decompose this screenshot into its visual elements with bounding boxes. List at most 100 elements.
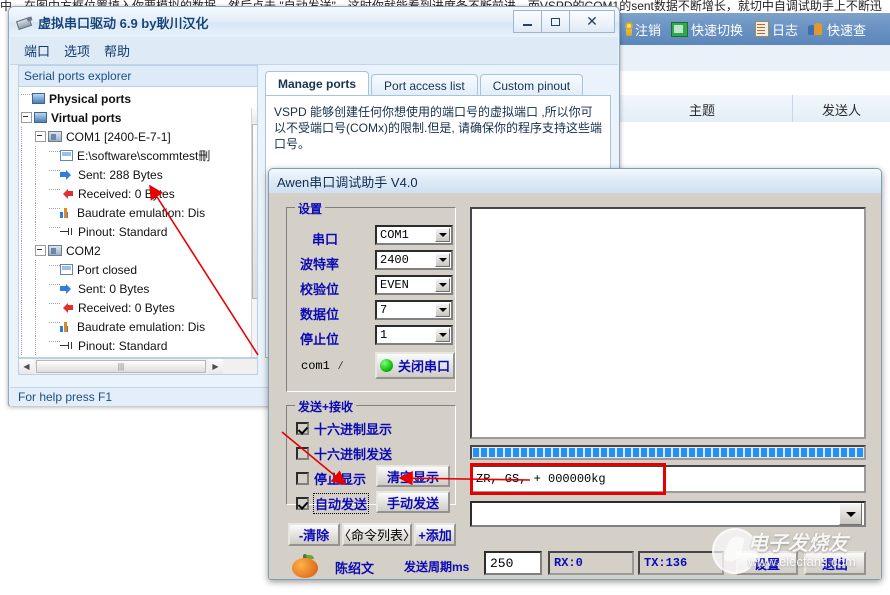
tree-expander-icon[interactable] [35,131,46,142]
tree-item[interactable]: Pinout: Standard [21,222,257,241]
checkbox-hex-send[interactable]: 十六进制发送 [296,444,392,463]
stopbits-select[interactable]: 1 [375,325,453,345]
checkbox-hex-display[interactable]: 十六进制显示 [296,419,392,438]
tree-guide [49,340,60,351]
tree-guide [21,260,35,279]
settings-button[interactable]: 设置 [736,551,798,575]
tree-vertical-scrollbar[interactable]: ▲ ≡ [251,108,257,357]
tab-custom-pinout[interactable]: Custom pinout [479,74,584,96]
baudrate-select[interactable]: 2400 [375,250,453,270]
close-port-button[interactable]: 关闭串口 [375,352,455,379]
menu-item-options[interactable]: 选项 [64,41,90,60]
receive-textarea[interactable] [470,207,866,439]
tree-scroll-thumb[interactable]: ≡ [252,124,257,299]
scroll-right-arrow[interactable]: ▶ [208,359,223,374]
tree-item[interactable]: Sent: 288 Bytes [21,165,257,184]
chevron-down-icon[interactable] [839,503,862,525]
tree-item[interactable]: Physical ports [21,89,257,108]
tree-guide [35,203,49,222]
add-command-button[interactable]: +添加 [414,523,456,546]
close-icon: ✕ [586,13,598,30]
tree-guide [21,279,35,298]
awen-body: 设置 串口 COM1 波特率 2400 校验位 EVEN 数据位 7 停止位 1… [270,193,881,579]
scroll-up-arrow[interactable]: ▲ [252,108,257,123]
tree-item[interactable]: Baudrate emulation: Dis [21,203,257,222]
tree-item[interactable]: Baudrate emulation: Dis [21,317,257,336]
menu-item-ports[interactable]: 端口 [24,41,50,60]
author-label: 陈绍文 [335,561,375,576]
baudrate-label: 波特率 [300,257,340,272]
tree-item[interactable]: Sent: 0 Bytes [21,279,257,298]
chevron-down-icon[interactable] [435,253,450,267]
tree-item[interactable]: E:\software\scommtest刪 [21,146,257,165]
navbar-item-log[interactable]: 日志 [753,20,798,39]
tree-item-label: Pinout: Standard [78,338,168,353]
serial-port-select[interactable]: COM1 [375,225,453,245]
tree-hscroll-thumb[interactable]: ||| [36,360,206,373]
send-period-input[interactable]: 250 [484,551,542,575]
maximize-icon [551,17,560,26]
tree-item[interactable]: COM2 [21,241,257,260]
forum-navbar: 注销 快速切换 日志 快速查 [612,13,890,45]
scroll-left-arrow[interactable]: ◀ [19,359,34,374]
tree-expander-icon[interactable] [21,112,32,123]
tree-item[interactable]: Port closed [21,260,257,279]
tree-item[interactable]: Virtual ports [21,108,257,127]
clear-command-button[interactable]: -清除 [288,523,340,546]
maximize-button[interactable] [541,10,570,33]
tree-horizontal-scrollbar[interactable]: ◀ ||| ▶ [18,358,258,375]
awen-titlebar[interactable]: Awen串口调试助手 V4.0 [269,169,881,193]
tree-item-label: E:\software\scommtest刪 [77,149,211,163]
tree-item-label: Sent: 0 Bytes [78,281,150,296]
command-list-button[interactable]: 〈命令列表〉 [338,523,416,546]
tree-guide [35,260,49,279]
tree-item[interactable]: Pinout: Standard [21,336,257,355]
tree-item-label: Physical ports [49,91,132,106]
databits-select[interactable]: 7 [375,300,453,320]
checkbox-icon [296,447,309,460]
tree-item[interactable]: COM1 [2400-E-7-1] [21,127,257,146]
tree-item[interactable]: Received: 0 Bytes [21,298,257,317]
menu-item-help[interactable]: 帮助 [104,41,130,60]
tree-expander-icon[interactable] [35,245,46,256]
serial-ports-explorer-header: Serial ports explorer [18,65,258,86]
vspd-titlebar[interactable]: 虚拟串口驱动 6.9 by耿川汉化 ✕ [9,7,619,37]
port-state-label: com1 ∕ [301,359,345,373]
navbar-item-logout-label: 注销 [635,22,662,38]
navbar-item-quick-search[interactable]: 快速查 [808,20,866,39]
navbar-item-logout[interactable]: 注销 [622,20,661,39]
tab-manage-ports[interactable]: Manage ports [265,71,370,96]
chevron-down-icon[interactable] [435,228,450,242]
parity-select[interactable]: EVEN [375,275,453,295]
document-icon [60,264,73,275]
chevron-down-icon[interactable] [435,303,450,317]
minimize-button[interactable] [513,10,542,33]
tree-item-label: Received: 0 Bytes [78,300,175,315]
tab-port-access-list[interactable]: Port access list [371,74,478,96]
tree-guide [21,146,35,165]
tree-guide [49,169,60,180]
history-dropdown[interactable] [470,501,866,527]
close-button[interactable]: ✕ [569,10,615,33]
pumpkin-icon [292,553,318,579]
serial-ports-tree[interactable]: Physical ports Virtual ports COM1 [2400-E-… [18,86,258,358]
stopbits-label: 停止位 [300,332,340,347]
tree-guide [35,146,49,165]
checkbox-hex-send-label: 十六进制发送 [314,447,393,462]
tree-item[interactable]: Received: 0 Bytes [21,184,257,203]
tree-guide [49,321,60,332]
send-input[interactable]: ZR, GS, + 000000kg [470,465,866,493]
chevron-down-icon[interactable] [435,328,450,342]
manual-send-button[interactable]: 手动发送 [376,491,450,513]
parity-label: 校验位 [300,282,340,297]
chevron-down-icon[interactable] [435,278,450,292]
checkbox-stop-display[interactable]: 停止显示 [296,469,366,488]
clear-display-button[interactable]: 清空显示 [376,465,450,487]
tree-item-label: Sent: 288 Bytes [78,167,163,182]
navbar-item-quick-switch[interactable]: 快速切换 [671,20,743,39]
tree-guide [35,317,49,336]
checkbox-auto-send[interactable]: 自动发送 [296,493,370,514]
tree-guide [35,222,49,241]
stopbits-value: 1 [380,328,388,342]
exit-button[interactable]: 退出 [804,551,866,575]
